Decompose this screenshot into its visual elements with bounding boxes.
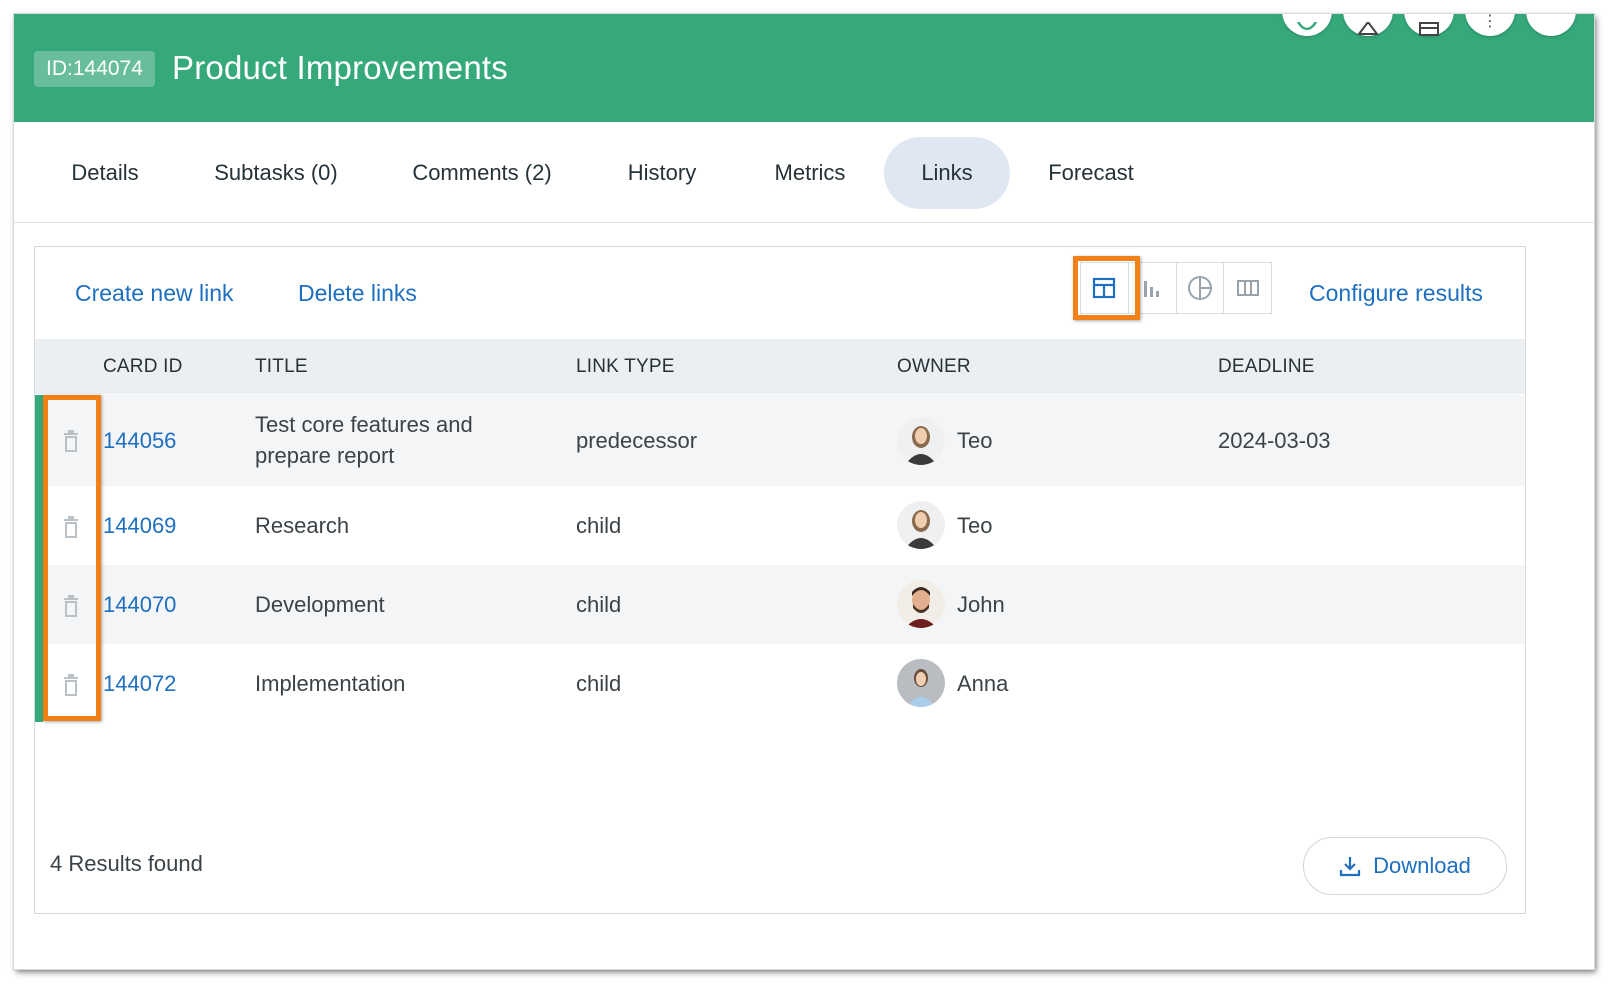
highlight-table-view bbox=[1073, 256, 1140, 320]
row-owner: John bbox=[957, 592, 1005, 617]
card-id-chip: ID:144074 bbox=[34, 51, 155, 87]
avatar bbox=[897, 417, 945, 465]
row-owner: Teo bbox=[957, 428, 993, 453]
row-link-type: child bbox=[576, 671, 622, 696]
warning-icon bbox=[1357, 22, 1379, 35]
card-id-link[interactable]: 144070 bbox=[103, 589, 176, 620]
selection-indicator bbox=[35, 395, 43, 722]
column-owner[interactable]: OWNER bbox=[897, 339, 971, 394]
download-icon bbox=[1339, 857, 1361, 877]
card-id-link[interactable]: 144072 bbox=[103, 668, 176, 699]
tab-links[interactable]: Links bbox=[884, 137, 1010, 209]
table-row[interactable]: 144070 Development child John bbox=[35, 565, 1525, 644]
table-row[interactable]: 144056 Test core features and prepare re… bbox=[35, 395, 1525, 486]
row-deadline: 2024-03-03 bbox=[1218, 428, 1331, 453]
close-button[interactable] bbox=[1526, 14, 1576, 36]
column-card-id[interactable]: CARD ID bbox=[103, 339, 183, 394]
create-link-button[interactable]: Create new link bbox=[75, 277, 234, 309]
layout-button[interactable] bbox=[1404, 14, 1454, 36]
links-panel: Create new link Delete links Configure r… bbox=[34, 246, 1526, 914]
highlight-delete-icons bbox=[43, 395, 101, 721]
page-title: Product Improvements bbox=[172, 49, 508, 86]
bar-chart-view-icon bbox=[1144, 281, 1160, 297]
columns-view-icon bbox=[1236, 280, 1259, 296]
column-deadline[interactable]: DEADLINE bbox=[1218, 339, 1315, 394]
avatar bbox=[897, 501, 945, 549]
row-link-type: child bbox=[576, 513, 622, 538]
card-id-link[interactable]: 144069 bbox=[103, 510, 176, 541]
tab-details[interactable]: Details bbox=[54, 137, 156, 209]
configure-results-button[interactable]: Configure results bbox=[1309, 277, 1483, 309]
tab-comments[interactable]: Comments (2) bbox=[394, 137, 570, 209]
row-owner: Anna bbox=[957, 671, 1009, 696]
row-link-type: predecessor bbox=[576, 428, 698, 453]
row-title-cont: prepare report bbox=[255, 443, 395, 468]
download-button[interactable]: Download bbox=[1303, 837, 1507, 895]
card-window: ID:144074 Product Improvements ⋮ Details… bbox=[14, 14, 1594, 969]
row-title: Test core features and bbox=[255, 412, 473, 437]
row-title: Research bbox=[255, 513, 350, 538]
tab-forecast[interactable]: Forecast bbox=[1032, 137, 1150, 209]
row-owner: Teo bbox=[957, 513, 993, 538]
comment-icon bbox=[1296, 22, 1318, 31]
columns-view-button[interactable] bbox=[1224, 263, 1271, 313]
row-title: Implementation bbox=[255, 671, 406, 696]
card-id-link[interactable]: 144056 bbox=[103, 425, 176, 456]
delete-links-button[interactable]: Delete links bbox=[298, 277, 417, 309]
tab-history[interactable]: History bbox=[610, 137, 714, 209]
alert-button[interactable] bbox=[1343, 14, 1393, 36]
table-header: CARD ID TITLE LINK TYPE OWNER DEADLINE bbox=[35, 339, 1525, 394]
pie-chart-view-button[interactable] bbox=[1177, 263, 1225, 313]
download-label: Download bbox=[1373, 853, 1471, 878]
column-title[interactable]: TITLE bbox=[255, 339, 308, 394]
layout-icon bbox=[1419, 22, 1439, 36]
row-title: Development bbox=[255, 592, 385, 617]
more-icon: ⋮ bbox=[1482, 14, 1498, 30]
column-link-type[interactable]: LINK TYPE bbox=[576, 339, 675, 394]
avatar bbox=[897, 580, 945, 628]
results-count: 4 Results found bbox=[50, 851, 203, 876]
tab-metrics[interactable]: Metrics bbox=[756, 137, 864, 209]
table-row[interactable]: 144072 Implementation child Anna bbox=[35, 644, 1525, 722]
comment-button[interactable] bbox=[1282, 14, 1332, 36]
more-button[interactable]: ⋮ bbox=[1465, 14, 1515, 36]
card-header: ID:144074 Product Improvements ⋮ bbox=[14, 14, 1594, 122]
table-row[interactable]: 144069 Research child Teo bbox=[35, 486, 1525, 565]
tab-subtasks[interactable]: Subtasks (0) bbox=[198, 137, 354, 209]
avatar bbox=[897, 659, 945, 707]
pie-chart-view-icon bbox=[1187, 276, 1212, 300]
row-link-type: child bbox=[576, 592, 622, 617]
tab-bar: Details Subtasks (0) Comments (2) Histor… bbox=[14, 122, 1594, 223]
